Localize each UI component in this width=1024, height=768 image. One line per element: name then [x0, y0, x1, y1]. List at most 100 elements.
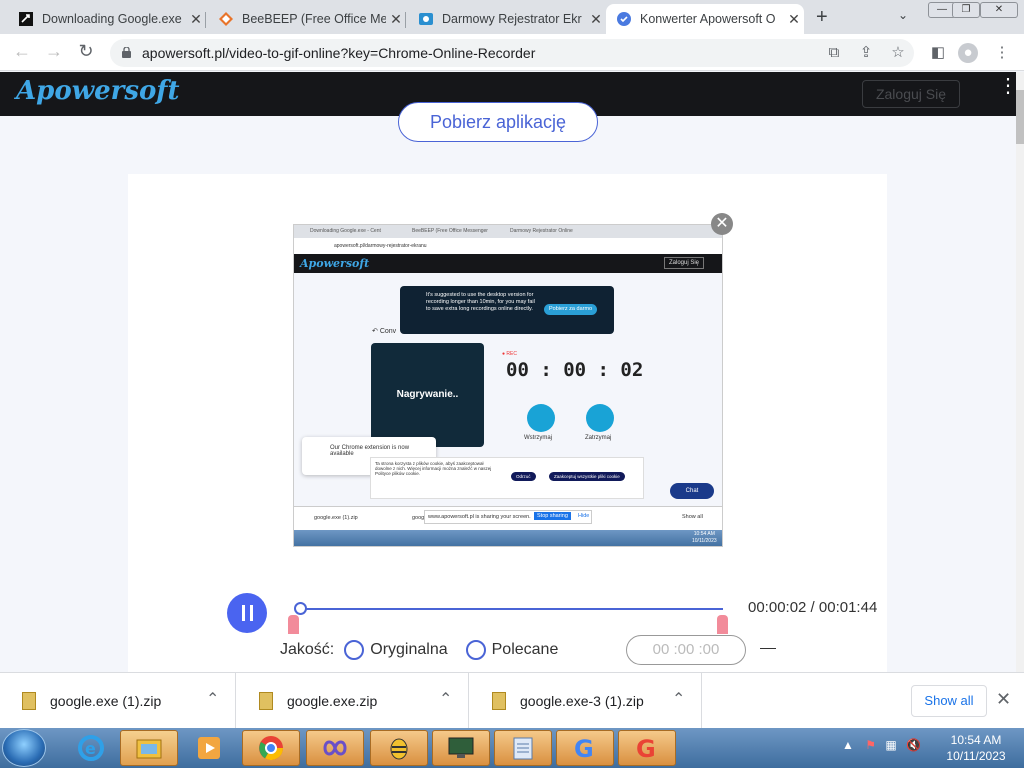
address-bar[interactable]: apowersoft.pl/video-to-gif-online?key=Ch… — [110, 39, 914, 67]
downloads-bar: google.exe (1).zip ⌃ google.exe.zip ⌃ go… — [0, 672, 1024, 729]
preview-tab: Downloading Google.exe - Cent — [310, 228, 381, 234]
forward-icon[interactable]: → — [42, 41, 66, 62]
beebeep-taskbar-icon[interactable] — [370, 730, 428, 766]
tray-network-icon[interactable]: ▦ — [885, 738, 896, 752]
bookmark-star-icon[interactable]: ☆ — [888, 43, 908, 63]
toolbar: ← → ↻ apowersoft.pl/video-to-gif-online?… — [0, 34, 1024, 71]
preview-body: It's suggested to use the desktop versio… — [294, 273, 722, 506]
chrome-taskbar-icon[interactable] — [242, 730, 300, 766]
close-downloads-icon[interactable]: ✕ — [996, 689, 1011, 710]
download-item[interactable]: google.exe-3 (1).zip ⌃ — [470, 673, 702, 729]
preview-stop-sharing: Stop sharing — [534, 512, 571, 520]
share-icon[interactable]: ⇪ — [856, 43, 876, 63]
side-panel-icon[interactable]: ◧ — [928, 43, 948, 63]
chevron-up-icon[interactable]: ⌃ — [206, 689, 219, 709]
download-item[interactable]: google.exe.zip ⌃ — [237, 673, 469, 729]
close-tab-icon[interactable]: ✕ — [386, 11, 406, 28]
internet-explorer-icon[interactable]: e — [62, 730, 120, 766]
pause-button[interactable] — [227, 593, 267, 633]
close-preview-icon[interactable]: ✕ — [711, 213, 733, 235]
restore-icon[interactable]: ❐ — [952, 2, 980, 18]
chevron-up-icon[interactable]: ⌃ — [439, 689, 452, 709]
tab-strip: Downloading Google.exe ✕ BeeBEEP (Free O… — [0, 0, 1024, 34]
beebeep-icon — [218, 11, 234, 27]
tray-arrow-icon[interactable]: ▲ — [842, 738, 854, 752]
preview-header: Apowersoft Zaloguj Się — [294, 254, 722, 273]
close-window-icon[interactable]: ✕ — [980, 2, 1018, 18]
radio-original-label[interactable]: Oryginalna — [370, 641, 447, 659]
file-explorer-icon[interactable] — [120, 730, 178, 766]
preview-taskbar: 10:54 AM 10/11/2023 — [294, 530, 722, 546]
google-app-icon-2[interactable]: G — [618, 730, 676, 766]
media-player-icon[interactable] — [180, 730, 238, 766]
browser-menu-icon[interactable]: ⋮ — [992, 43, 1012, 63]
playhead-handle[interactable] — [294, 602, 307, 615]
apowersoft-logo[interactable]: Apowersoft — [16, 76, 180, 106]
preview-login: Zaloguj Się — [664, 257, 705, 269]
back-icon[interactable]: ← — [10, 41, 34, 62]
login-button[interactable]: Zaloguj Się — [862, 80, 960, 108]
site-menu-icon[interactable]: ⋮ — [998, 76, 1016, 96]
svg-text:G: G — [574, 735, 594, 762]
timeline-track[interactable] — [300, 608, 723, 610]
google-app-icon[interactable]: G — [556, 730, 614, 766]
preview-download-item: google.exe (1).zip — [314, 515, 358, 521]
preview-tab-strip: Downloading Google.exe - Cent BeeBEEP (F… — [294, 225, 722, 238]
page-scrollbar[interactable] — [1016, 72, 1024, 672]
close-tab-icon[interactable]: ✕ — [784, 11, 804, 28]
preview-clock: 10:54 AM 10/11/2023 — [692, 531, 717, 544]
preview-cookie-accept: Zaakceptuj wszystkie pliki cookie — [549, 472, 625, 481]
tab-darmowy-rejestrator[interactable]: Darmowy Rejestrator Ekr ✕ — [408, 4, 606, 34]
clock-time: 10:54 AM — [950, 733, 1002, 747]
system-tray: ▲ ⚑ ▦ 🔇 — [842, 738, 921, 752]
infinity-app-icon[interactable] — [306, 730, 364, 766]
preview-recording-panel: Nagrywanie.. — [371, 343, 484, 447]
radio-recommended-label[interactable]: Polecane — [492, 641, 559, 659]
preview-hide: Hide — [578, 513, 590, 519]
start-button[interactable] — [2, 729, 46, 767]
translate-icon[interactable]: ⧉ — [824, 43, 844, 63]
show-all-button[interactable]: Show all — [911, 685, 987, 717]
clock-date: 10/11/2023 — [946, 749, 1006, 763]
close-tab-icon[interactable]: ✕ — [186, 11, 206, 28]
preview-pause-label: Wstrzymaj — [524, 435, 552, 441]
reload-icon[interactable]: ↻ — [74, 41, 98, 62]
profile-avatar-icon[interactable]: ● — [958, 43, 978, 63]
zip-file-icon — [492, 692, 506, 710]
tab-beebeep[interactable]: BeeBEEP (Free Office Mes ✕ — [208, 4, 406, 34]
pause-icon — [241, 605, 245, 621]
preview-logo: Apowersoft — [300, 257, 370, 270]
preview-timer: 00 : 00 : 02 — [506, 359, 644, 381]
download-item[interactable]: google.exe (1).zip ⌃ — [0, 673, 236, 729]
download-filename: google.exe-3 (1).zip — [520, 693, 644, 709]
tray-volume-icon[interactable]: 🔇 — [906, 738, 921, 752]
radio-original[interactable] — [344, 640, 365, 660]
chevron-up-icon[interactable]: ⌃ — [672, 689, 685, 709]
start-time-input[interactable]: 00 :00 :00 — [626, 635, 746, 665]
preview-chat-button: Chat — [670, 483, 714, 499]
radio-recommended[interactable] — [465, 640, 486, 660]
notepad-app-icon[interactable] — [494, 730, 552, 766]
monitor-app-icon[interactable] — [432, 730, 490, 766]
tab-downloading-google[interactable]: Downloading Google.exe ✕ — [8, 4, 206, 34]
system-clock[interactable]: 10:54 AM 10/11/2023 — [936, 732, 1016, 764]
svg-text:G: G — [636, 735, 656, 762]
tab-title: Downloading Google.exe — [42, 12, 182, 26]
trim-end-handle[interactable] — [717, 615, 728, 634]
trim-start-handle[interactable] — [288, 615, 299, 634]
download-page-icon — [18, 11, 34, 27]
preview-download-item: goog — [412, 515, 425, 521]
preview-pause-icon — [527, 404, 555, 432]
tray-flag-icon[interactable]: ⚑ — [865, 738, 876, 752]
close-tab-icon[interactable]: ✕ — [586, 11, 606, 28]
quality-label: Jakość: — [280, 641, 335, 658]
new-tab-icon[interactable]: + — [816, 6, 828, 29]
preview-showall: Show all — [682, 514, 703, 520]
preview-stop-label: Zatrzymaj — [585, 435, 612, 441]
scrollbar-thumb[interactable] — [1016, 90, 1024, 144]
tab-konwerter-apowersoft[interactable]: Konwerter Apowersoft O ✕ — [606, 4, 804, 34]
download-app-button[interactable]: Pobierz aplikację — [398, 102, 598, 142]
preview-stop-icon — [586, 404, 614, 432]
lock-icon — [122, 47, 131, 58]
tab-search-chevron-icon[interactable]: ⌄ — [898, 8, 908, 22]
